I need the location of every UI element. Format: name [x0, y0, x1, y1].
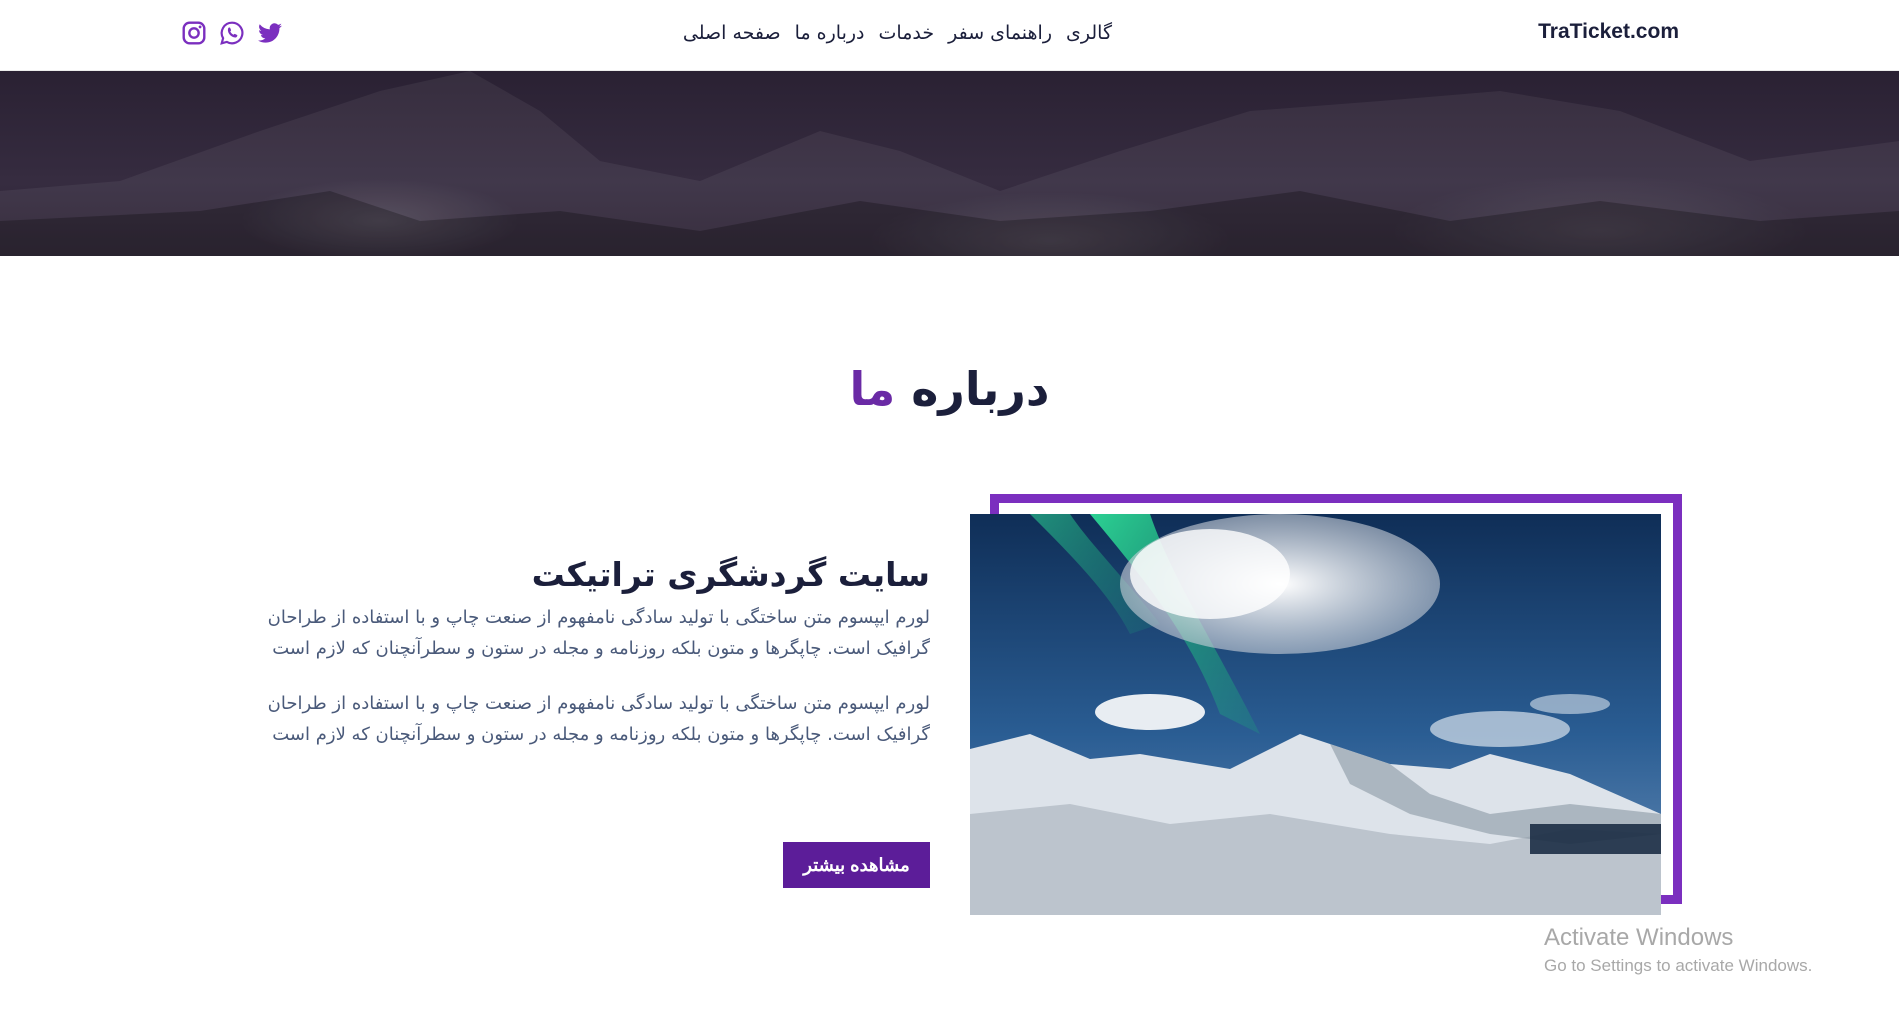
aurora-landscape-image [970, 514, 1661, 915]
hero-banner [0, 71, 1899, 256]
watermark-subtitle: Go to Settings to activate Windows. [1544, 956, 1813, 975]
section-title-accent: ما [849, 362, 896, 416]
navbar: TraTicket.com صفحه اصلی درباره ما خدمات … [0, 0, 1899, 71]
instagram-icon[interactable] [181, 20, 207, 46]
mountain-silhouette [0, 71, 1899, 256]
nav-gallery[interactable]: گالری [1066, 22, 1112, 44]
social-links [181, 20, 283, 46]
watermark-title: Activate Windows [1544, 924, 1734, 951]
twitter-icon[interactable] [257, 20, 283, 46]
windows-activation-watermark: Activate Windows Go to Settings to activ… [1544, 924, 1812, 976]
nav-about[interactable]: درباره ما [795, 22, 865, 44]
about-paragraph: لورم ایپسوم متن ساختگی با تولید سادگی نا… [267, 607, 930, 659]
main-nav: صفحه اصلی درباره ما خدمات راهنمای سفر گا… [683, 22, 1112, 44]
brand-logo[interactable]: TraTicket.com [1538, 20, 1679, 44]
nav-home[interactable]: صفحه اصلی [683, 22, 781, 44]
about-paragraph: لورم ایپسوم متن ساختگی با تولید سادگی نا… [267, 693, 930, 745]
section-title: درباره ما [0, 362, 1899, 416]
nav-travel-guide[interactable]: راهنمای سفر [948, 22, 1052, 44]
nav-services[interactable]: خدمات [879, 22, 935, 44]
view-more-button[interactable]: مشاهده بیشتر [783, 842, 930, 888]
section-title-main: درباره [911, 362, 1050, 416]
whatsapp-icon[interactable] [219, 20, 245, 46]
about-text-block: سایت گردشگری تراتیکت لورم ایپسوم متن ساخ… [258, 555, 930, 774]
about-heading: سایت گردشگری تراتیکت [531, 555, 930, 594]
